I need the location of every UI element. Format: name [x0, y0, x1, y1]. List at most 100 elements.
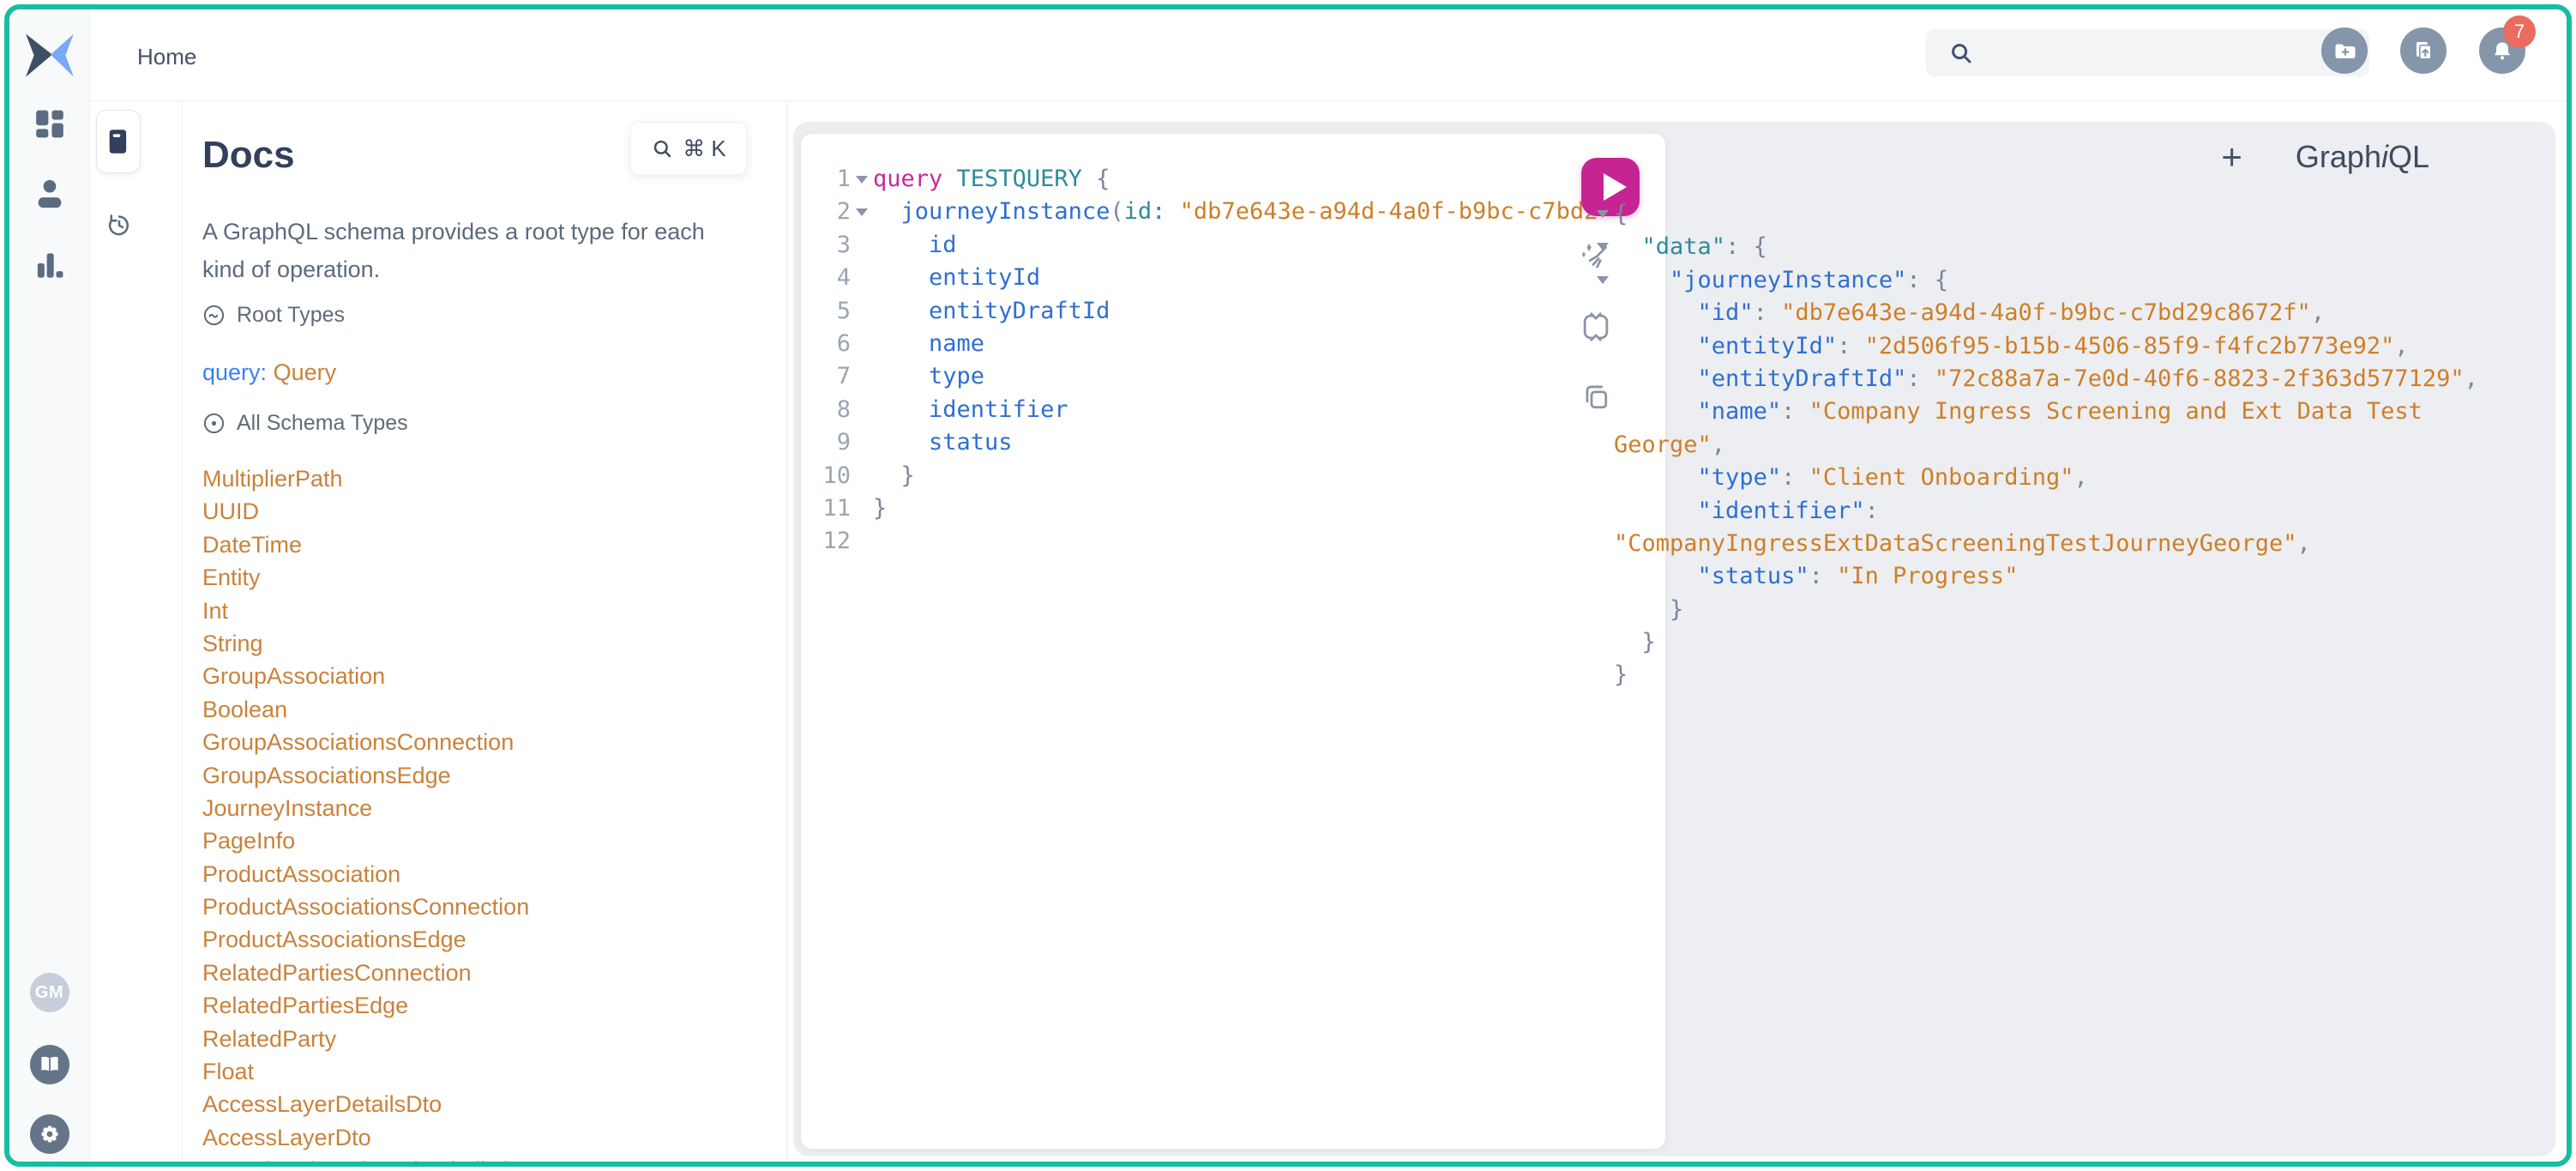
- line-number: 4: [813, 262, 851, 294]
- response-viewer: { "data": { "journeyInstance": { "id": "…: [1597, 198, 2555, 1153]
- doc-type-link[interactable]: RelatedPartiesConnection: [202, 957, 570, 989]
- doc-type-link[interactable]: AccessLayerDetailsDto: [202, 1088, 570, 1120]
- code-line: 4 entityId: [801, 262, 1665, 294]
- topbar-actions: 7: [2321, 27, 2525, 74]
- docs-plugin-button[interactable]: [96, 110, 141, 173]
- response-line: "CompanyIngressExtDataScreeningTestJourn…: [1597, 528, 2555, 560]
- all-schema-types-icon: [202, 412, 226, 435]
- docs-search-button[interactable]: ⌘ K: [630, 122, 747, 175]
- doc-type-link[interactable]: ProductAssociation: [202, 858, 570, 890]
- doc-type-link[interactable]: RelatedParty: [202, 1023, 570, 1055]
- fold-arrow-icon[interactable]: [856, 208, 868, 216]
- sidebar-item-analytics[interactable]: [33, 249, 67, 287]
- root-types-icon: [202, 304, 226, 327]
- avatar-initials: GM: [35, 983, 63, 1003]
- docs-title: Docs: [202, 134, 295, 177]
- search-input[interactable]: [1986, 41, 2346, 65]
- doc-type-link[interactable]: ProductAssociationsEdge: [202, 923, 570, 956]
- doc-type-link[interactable]: UUID: [202, 495, 570, 528]
- root-query-field: query: Query: [202, 359, 336, 386]
- add-tab-button[interactable]: +: [2221, 139, 2242, 175]
- code-line: 11}: [801, 492, 1665, 525]
- field-name: query:: [202, 359, 267, 385]
- fold-arrow-icon[interactable]: [1597, 243, 1609, 250]
- notifications-button[interactable]: 7: [2479, 27, 2525, 74]
- line-number: 5: [813, 295, 851, 328]
- graphiql-logo: GraphiQL: [2296, 139, 2429, 175]
- fold-gutter: [851, 262, 873, 294]
- response-line: "identifier":: [1597, 495, 2555, 528]
- code-line: 9 status: [801, 426, 1665, 459]
- schema-type-list: MultiplierPathUUIDDateTimeEntityIntStrin…: [202, 462, 570, 1162]
- avatar[interactable]: GM: [30, 973, 69, 1012]
- doc-type-link[interactable]: Entity: [202, 561, 570, 594]
- doc-type-link[interactable]: Boolean: [202, 693, 570, 726]
- field-type-link[interactable]: Query: [274, 359, 337, 385]
- response-line: "entityId": "2d506f95-b15b-4506-85f9-f4f…: [1597, 330, 2555, 363]
- doc-type-link[interactable]: PageInfo: [202, 824, 570, 857]
- doc-type-link[interactable]: GroupAssociationsConnection: [202, 726, 570, 758]
- doc-type-link[interactable]: Float: [202, 1055, 570, 1088]
- doc-type-link[interactable]: MultiplierPath: [202, 462, 570, 495]
- response-line: "status": "In Progress": [1597, 560, 2555, 593]
- all-types-section: All Schema Types: [202, 411, 408, 436]
- doc-type-link[interactable]: String: [202, 627, 570, 660]
- response-header: + GraphiQL: [2221, 139, 2429, 175]
- query-code[interactable]: 1query TESTQUERY {2 journeyInstance(id: …: [801, 163, 1665, 1149]
- doc-type-link[interactable]: JourneyInstance: [202, 792, 570, 824]
- global-search[interactable]: [1926, 29, 2369, 76]
- response-line: "entityDraftId": "72c88a7a-7e0d-40f6-882…: [1597, 363, 2555, 395]
- line-number: 3: [813, 229, 851, 262]
- root-types-label: Root Types: [237, 303, 345, 328]
- folder-plus-icon: [2331, 37, 2358, 64]
- shortcut-label: ⌘ K: [683, 136, 726, 162]
- docs-help-button[interactable]: [30, 1045, 69, 1084]
- line-number: 8: [813, 394, 851, 426]
- query-editor[interactable]: 1query TESTQUERY {2 journeyInstance(id: …: [800, 133, 1666, 1150]
- doc-type-link[interactable]: GroupAssociationsEdge: [202, 759, 570, 792]
- docs-panel: Docs ⌘ K A GraphQL schema provides a roo…: [183, 101, 786, 1162]
- dashboard-icon: [33, 107, 67, 142]
- panel-divider: [786, 101, 787, 1162]
- sidebar-item-users[interactable]: [33, 177, 67, 215]
- fold-arrow-icon[interactable]: [1597, 210, 1609, 218]
- line-number: 7: [813, 360, 851, 393]
- bar-chart-icon: [33, 249, 67, 283]
- code-line: 3 id: [801, 229, 1665, 262]
- fold-gutter: [851, 196, 873, 228]
- line-number: 11: [813, 492, 851, 525]
- line-number: 10: [813, 460, 851, 492]
- doc-type-link[interactable]: ProductAssociationsConnection: [202, 890, 570, 923]
- x-logo-icon: [23, 33, 76, 80]
- doc-type-link[interactable]: GroupAssociation: [202, 660, 570, 692]
- doc-type-link[interactable]: AssociatedVersionedJurisdictionDto: [202, 1154, 570, 1162]
- fold-gutter: [851, 360, 873, 393]
- history-plugin-button[interactable]: [105, 211, 134, 244]
- upload-files-button[interactable]: [2400, 27, 2447, 74]
- app-logo-icon[interactable]: [23, 33, 76, 84]
- fold-gutter: [851, 295, 873, 328]
- code-line: 8 identifier: [801, 394, 1665, 426]
- gear-icon: [30, 1114, 69, 1154]
- breadcrumb[interactable]: Home: [137, 44, 196, 70]
- settings-button[interactable]: [30, 1114, 69, 1154]
- book-icon: [106, 128, 130, 155]
- sidebar-item-dashboard[interactable]: [33, 107, 67, 146]
- left-sidebar: GM: [9, 9, 90, 1162]
- response-line: }: [1597, 626, 2555, 659]
- code-line: 12: [801, 525, 1665, 558]
- code-line: 5 entityDraftId: [801, 295, 1665, 328]
- fold-arrow-icon[interactable]: [1597, 276, 1609, 284]
- fold-arrow-icon[interactable]: [856, 176, 868, 184]
- line-number: 2: [813, 196, 851, 228]
- search-icon: [1948, 40, 1974, 66]
- all-types-label: All Schema Types: [237, 411, 408, 436]
- doc-type-link[interactable]: Int: [202, 595, 570, 627]
- docs-description: A GraphQL schema provides a root type fo…: [202, 213, 725, 288]
- file-upload-icon: [2410, 37, 2437, 64]
- add-folder-button[interactable]: [2321, 27, 2368, 74]
- doc-type-link[interactable]: RelatedPartiesEdge: [202, 989, 570, 1022]
- doc-type-link[interactable]: AccessLayerDto: [202, 1121, 570, 1154]
- doc-type-link[interactable]: DateTime: [202, 528, 570, 561]
- code-line: 2 journeyInstance(id: "db7e643e-a94d-4a0…: [801, 196, 1665, 228]
